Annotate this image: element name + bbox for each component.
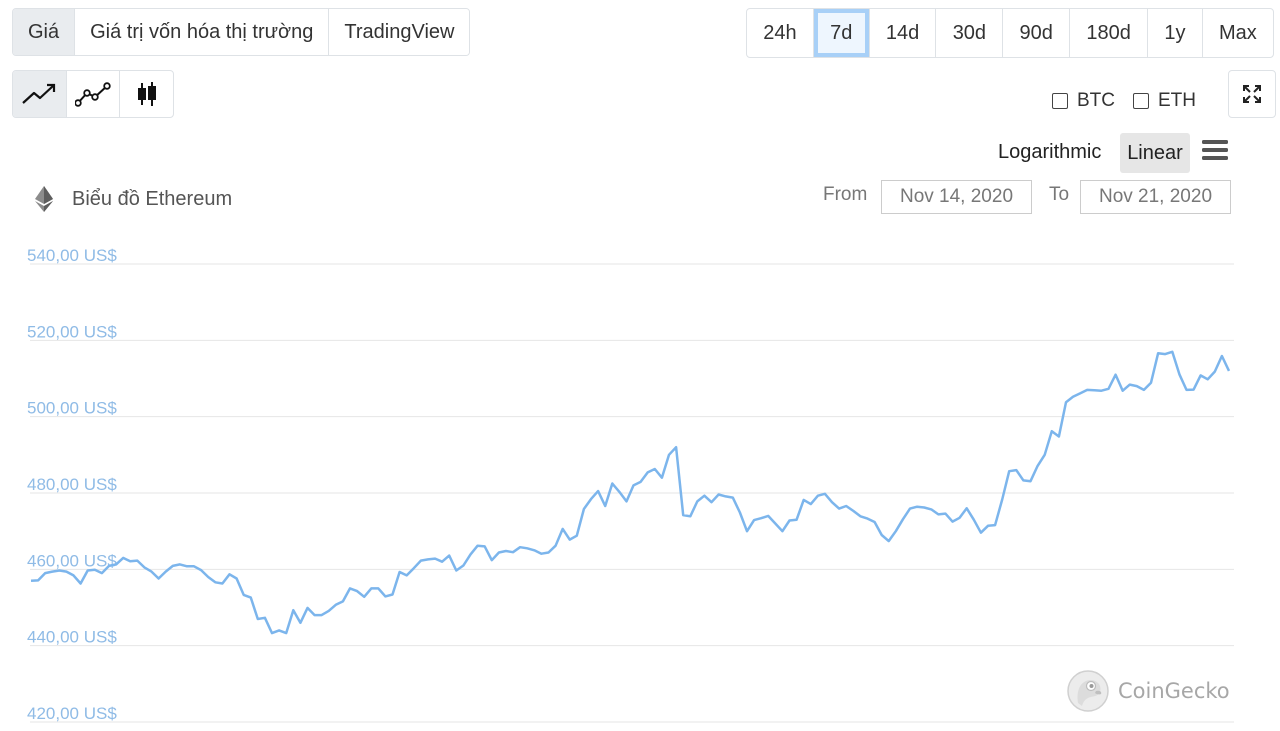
coingecko-logo-icon <box>1067 670 1109 712</box>
y-tick-label: 440,00 US$ <box>27 628 117 647</box>
series-line[interactable] <box>30 350 1231 635</box>
chart-series <box>30 350 1231 635</box>
y-tick-label: 520,00 US$ <box>27 322 117 341</box>
y-tick-label: 460,00 US$ <box>27 551 117 570</box>
credits-text: CoinGecko <box>1118 679 1230 703</box>
price-chart: 540,00 US$ 520,00 US$ 500,00 US$ 480,00 US$… <box>27 246 1234 723</box>
chart-grid <box>30 263 1234 723</box>
y-tick-label: 420,00 US$ <box>27 704 117 723</box>
coingecko-credits[interactable]: CoinGecko <box>1066 669 1230 713</box>
y-axis-labels: 540,00 US$ 520,00 US$ 500,00 US$ 480,00 US$… <box>27 246 117 723</box>
y-tick-label: 480,00 US$ <box>27 475 117 494</box>
y-tick-label: 540,00 US$ <box>27 246 117 265</box>
y-tick-label: 500,00 US$ <box>27 399 117 418</box>
